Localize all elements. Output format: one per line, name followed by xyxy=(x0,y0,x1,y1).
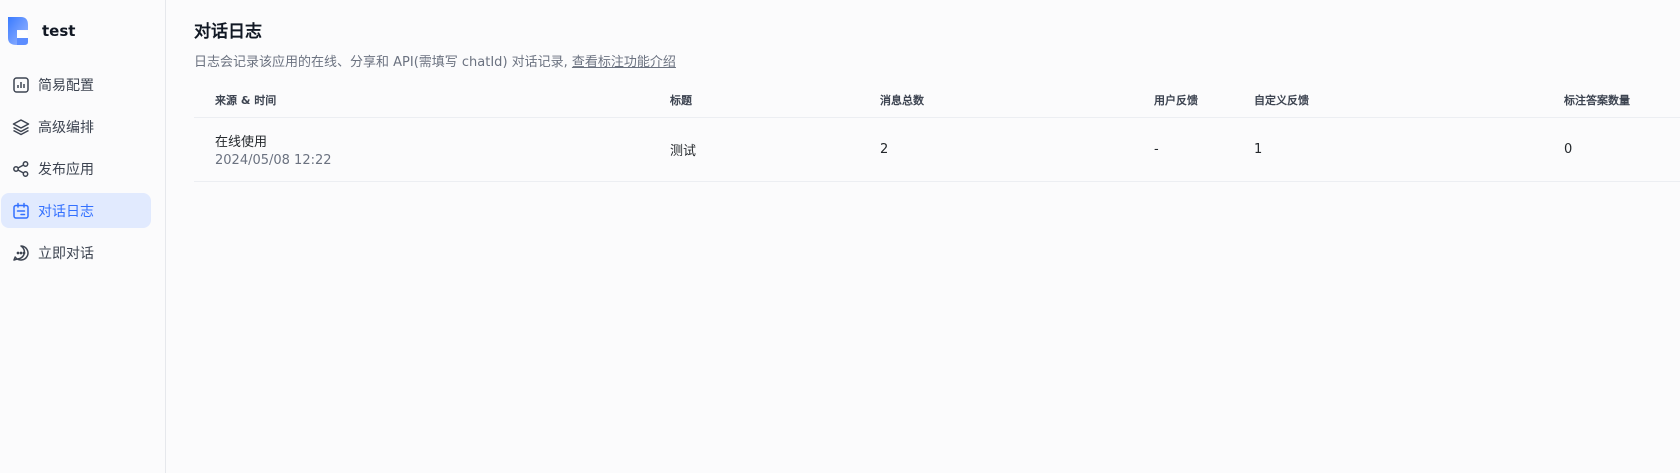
source-label: 在线使用 xyxy=(215,135,268,150)
table-header: 来源 & 时间 标题 消息总数 用户反馈 自定义反馈 标注答案数量 xyxy=(194,82,1680,118)
header-message-count: 消息总数 xyxy=(880,93,924,107)
header-custom-feedback: 自定义反馈 xyxy=(1254,93,1309,107)
main-content: 对话日志 日志会记录该应用的在线、分享和 API(需填写 chatId) 对话记… xyxy=(166,0,1680,473)
cell-message-count: 2 xyxy=(880,142,889,157)
cell-source-time: 在线使用 2024/05/08 12:22 xyxy=(194,131,670,168)
cell-title: 测试 xyxy=(670,144,697,159)
description-text: 日志会记录该应用的在线、分享和 API(需填写 chatId) 对话记录, xyxy=(194,55,568,70)
sidebar-item-label: 简易配置 xyxy=(38,77,94,94)
layers-icon xyxy=(12,118,30,136)
sidebar-item-label: 立即对话 xyxy=(38,245,94,262)
header-title: 标题 xyxy=(670,93,692,107)
sidebar-item-simple-config[interactable]: 简易配置 xyxy=(1,67,151,102)
sidebar-item-publish[interactable]: 发布应用 xyxy=(1,151,151,186)
chat-log-table: 来源 & 时间 标题 消息总数 用户反馈 自定义反馈 标注答案数量 在线使用 2… xyxy=(194,82,1680,182)
app-brand: test xyxy=(0,14,165,48)
chat-bubble-icon xyxy=(12,244,30,262)
page-description: 日志会记录该应用的在线、分享和 API(需填写 chatId) 对话记录, 查看… xyxy=(194,54,1680,72)
page-title: 对话日志 xyxy=(194,22,262,42)
sidebar-item-chat-logs[interactable]: 对话日志 xyxy=(1,193,151,228)
timestamp: 2024/05/08 12:22 xyxy=(215,153,332,168)
bar-chart-icon xyxy=(12,76,30,94)
sidebar-item-label: 发布应用 xyxy=(38,161,94,178)
annotation-docs-link[interactable]: 查看标注功能介绍 xyxy=(572,55,676,70)
app-name: test xyxy=(42,22,76,40)
sidebar-item-label: 对话日志 xyxy=(38,203,94,220)
cell-user-feedback: - xyxy=(1154,142,1159,157)
table-row[interactable]: 在线使用 2024/05/08 12:22 测试 2 - 1 0 xyxy=(194,118,1680,182)
sidebar-item-label: 高级编排 xyxy=(38,119,94,136)
sidebar-item-advanced-workflow[interactable]: 高级编排 xyxy=(1,109,151,144)
cell-annotation-count: 0 xyxy=(1564,142,1573,157)
sidebar: test 简易配置 高级编排 发布应用 对话日志 立即对话 xyxy=(0,0,166,473)
header-user-feedback: 用户反馈 xyxy=(1154,93,1198,107)
cell-custom-feedback: 1 xyxy=(1254,142,1263,157)
sidebar-item-chat-now[interactable]: 立即对话 xyxy=(1,235,151,270)
header-annotation-count: 标注答案数量 xyxy=(1564,93,1630,107)
app-window: test 简易配置 高级编排 发布应用 对话日志 立即对话 对话日志 日志会记录… xyxy=(0,0,1680,473)
share-icon xyxy=(12,160,30,178)
header-source-time: 来源 & 时间 xyxy=(215,93,277,107)
app-logo-icon xyxy=(8,17,28,45)
calendar-log-icon xyxy=(12,202,30,220)
